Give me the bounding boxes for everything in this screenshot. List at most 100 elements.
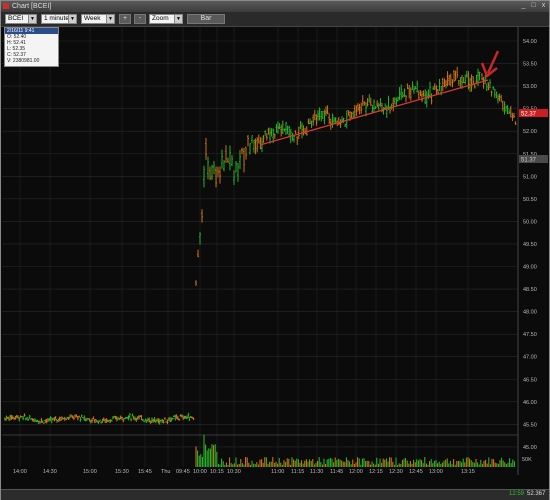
- price-bar: [130, 418, 133, 422]
- price-bar: [245, 146, 247, 160]
- price-bar: [174, 414, 177, 421]
- chevron-down-icon[interactable]: ▼: [174, 15, 182, 23]
- price-bar: [229, 145, 231, 171]
- price-bar: [285, 121, 287, 135]
- price-bar: [347, 110, 350, 116]
- price-tick-label: 47.00: [523, 355, 537, 361]
- symbol-value: BCEI: [8, 15, 24, 22]
- range-select[interactable]: Week ▼: [81, 14, 115, 24]
- price-bar: [262, 135, 265, 143]
- time-tick-label: 12:30: [389, 469, 403, 475]
- price-bar: [310, 120, 313, 128]
- maximize-button[interactable]: □: [529, 2, 538, 10]
- chart-window: Chart [BCEI] _ □ x BCEI ▼ 1 minute ▼ Wee…: [0, 0, 550, 500]
- price-bar: [50, 417, 53, 424]
- price-bar: [45, 418, 48, 424]
- time-tick-label: 15:45: [138, 469, 152, 475]
- time-tick-label: 14:00: [13, 469, 27, 475]
- price-bar: [481, 73, 483, 81]
- price-bar: [233, 170, 235, 185]
- ohlc-info-box: 2/16/11 9:41 O: 52.40 H: 52.41 L: 52.35 …: [4, 27, 59, 67]
- price-bar: [366, 98, 369, 107]
- price-bar: [373, 99, 375, 113]
- status-bar: 12:59 52.367: [1, 489, 549, 500]
- price-bar: [513, 113, 515, 118]
- interval-value: 1 minute: [44, 15, 69, 22]
- price-bar: [199, 232, 201, 245]
- price-bar: [92, 416, 95, 420]
- price-bar: [15, 414, 18, 418]
- price-bar: [264, 130, 267, 136]
- time-tick-label: 10:00: [193, 469, 207, 475]
- time-tick-label: 10:15: [210, 469, 224, 475]
- time-tick-label: 09:45: [176, 469, 190, 475]
- price-bar: [221, 149, 223, 169]
- price-bar: [123, 418, 126, 420]
- price-bar: [437, 89, 439, 94]
- price-tick-label: 46.50: [523, 377, 537, 383]
- price-bar: [131, 413, 134, 417]
- time-tick-label: 13:00: [429, 469, 443, 475]
- close-button[interactable]: x: [539, 2, 548, 10]
- price-bar: [41, 420, 44, 424]
- minimize-button[interactable]: _: [519, 2, 528, 10]
- price-bar: [408, 85, 411, 99]
- price-bar: [84, 418, 87, 422]
- info-volume: V: 2380981.00: [7, 58, 40, 64]
- price-chart[interactable]: 54.0053.5053.0052.5052.0051.5051.0050.50…: [2, 27, 548, 475]
- price-bar: [132, 415, 135, 420]
- price-bar: [217, 166, 219, 178]
- price-bar: [241, 147, 243, 155]
- chart-type-button[interactable]: Bar: [187, 14, 225, 24]
- price-bar: [75, 414, 78, 418]
- time-tick-label: 15:00: [83, 469, 97, 475]
- price-tick-label: 51.00: [523, 174, 537, 180]
- title-bar[interactable]: Chart [BCEI] _ □ x: [1, 1, 549, 12]
- price-bar: [411, 81, 414, 91]
- zoom-select[interactable]: Zoom ▼: [149, 14, 183, 24]
- price-bar: [509, 105, 512, 118]
- price-bar: [33, 418, 36, 422]
- symbol-select[interactable]: BCEI ▼: [5, 14, 37, 24]
- price-bar: [5, 415, 8, 421]
- price-bar: [72, 416, 75, 421]
- price-bar: [485, 83, 488, 92]
- price-bar: [128, 413, 131, 419]
- price-bar: [309, 118, 311, 125]
- interval-select[interactable]: 1 minute ▼: [41, 14, 77, 24]
- price-tick-label: 49.00: [523, 265, 537, 271]
- prev-price-tag: 51.37: [519, 155, 548, 164]
- price-bar: [312, 114, 315, 126]
- trend-line: [259, 79, 489, 146]
- price-bar: [239, 149, 241, 170]
- time-tick-label: 10:30: [227, 469, 241, 475]
- price-bar: [101, 418, 104, 423]
- zoom-in-button[interactable]: +: [119, 14, 131, 24]
- zoom-out-button[interactable]: -: [134, 14, 146, 24]
- price-bar: [392, 97, 395, 112]
- last-price-tag: 52.37: [519, 109, 548, 118]
- chevron-down-icon[interactable]: ▼: [28, 15, 36, 23]
- price-bar: [243, 147, 245, 173]
- price-bar: [417, 90, 420, 100]
- time-tick-label: 12:00: [349, 469, 363, 475]
- price-bar: [134, 416, 136, 421]
- price-bar: [207, 156, 209, 180]
- chevron-down-icon[interactable]: ▼: [68, 15, 76, 23]
- time-tick-label: 11:15: [291, 469, 304, 475]
- price-bar: [361, 95, 364, 107]
- price-bar: [163, 417, 166, 420]
- chevron-down-icon[interactable]: ▼: [106, 15, 114, 23]
- price-bar: [215, 166, 217, 188]
- price-bar: [363, 101, 366, 106]
- prev-price-label: 51.37: [521, 158, 537, 164]
- price-bar: [113, 415, 116, 418]
- price-bars: [4, 66, 517, 425]
- price-bar: [197, 249, 199, 258]
- price-bar: [419, 90, 422, 97]
- chart-grid: [2, 27, 519, 475]
- price-bar: [497, 94, 499, 104]
- price-bar: [493, 88, 496, 99]
- price-bar: [213, 160, 215, 175]
- price-bar: [182, 415, 185, 420]
